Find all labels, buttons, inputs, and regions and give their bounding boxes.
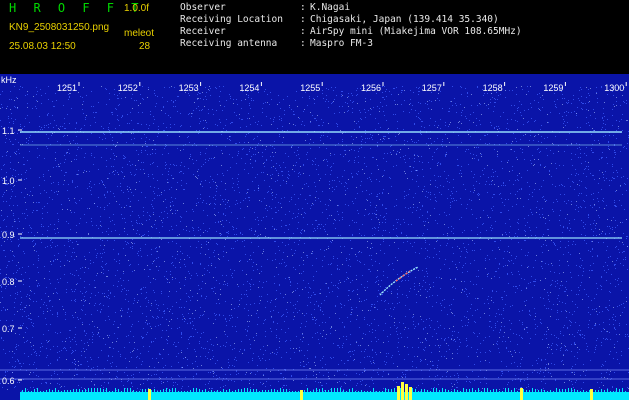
x-tick-label: 1259	[543, 83, 563, 93]
meteor-label: meleot	[124, 28, 155, 39]
x-tick-label: 1300	[604, 83, 624, 93]
signal-spike	[148, 389, 151, 400]
x-tick-label: 1251	[57, 83, 77, 93]
x-tick-label: 1254	[239, 83, 259, 93]
y-tick-label: 1.1	[2, 126, 15, 136]
y-tick-label: 1.0	[2, 176, 15, 186]
info-row-observer: Observer: K.Nagai	[180, 2, 351, 13]
signal-spike	[590, 389, 593, 400]
header-panel: H R O F F T 1.0.0f KN9_2508031250.png me…	[0, 0, 629, 74]
signal-spike	[405, 384, 408, 400]
x-tick-label: 1256	[361, 83, 381, 93]
y-tick-label: 0.9	[2, 230, 15, 240]
signal-spike	[300, 390, 303, 400]
x-tick-label: 1253	[179, 83, 199, 93]
x-tick-label: 1257	[422, 83, 442, 93]
filename-label: KN9_2508031250.png	[9, 22, 110, 33]
spectrogram-plot: 1.1 1.0 0.9 0.8 0.7 0.6 1251 1252 1253 1254 1255 1…	[0, 74, 629, 400]
signal-spike	[397, 386, 400, 400]
unit-label: kHz	[1, 75, 17, 85]
y-tick-label: 0.6	[2, 376, 15, 386]
signal-spike	[401, 382, 404, 400]
signal-spike	[409, 387, 412, 400]
x-tick-label: 1252	[118, 83, 138, 93]
info-row-receiver: Receiver: AirSpy mini (Miakejima VOR 108.…	[180, 26, 522, 37]
info-row-location: Receiving Location: Chigasaki, Japan (139…	[180, 14, 499, 25]
signal-spike	[520, 388, 523, 400]
datetime-label: 25.08.03 12:50	[9, 41, 76, 52]
info-row-antenna: Receiving antenna: Maspro FM-3	[180, 38, 373, 49]
y-tick-label: 0.8	[2, 277, 15, 287]
version-label: 1.0.0f	[124, 3, 150, 14]
meteor-count: 28	[139, 41, 151, 52]
station-info: Observer: K.Nagai Receiving Location: Chig…	[180, 2, 522, 50]
y-tick-label: 0.7	[2, 324, 15, 334]
x-tick-label: 1255	[300, 83, 320, 93]
spectrogram-background	[0, 74, 629, 400]
x-tick-label: 1258	[483, 83, 503, 93]
